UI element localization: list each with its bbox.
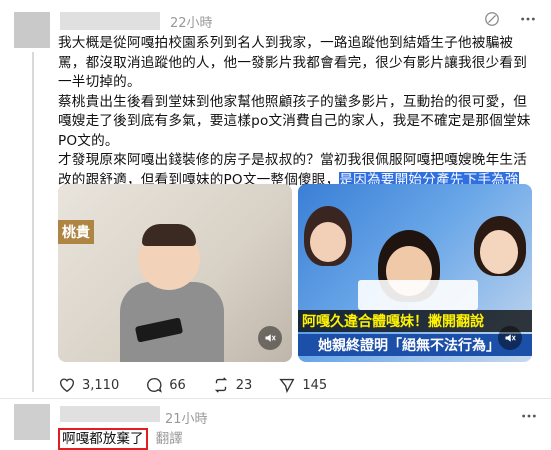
video-watermark: 桃貴 [58, 220, 94, 244]
person-face [310, 222, 346, 262]
comment-icon [147, 378, 163, 393]
reply-username-redacted[interactable] [60, 406, 160, 422]
share-count: 145 [302, 377, 328, 393]
username-redacted[interactable] [60, 12, 160, 30]
screenshot-overlay [358, 280, 478, 310]
video-banner-subtitle: 她親終證明「絕無不法行為」 [298, 334, 532, 356]
person-face [480, 230, 518, 274]
more-options-icon[interactable] [519, 10, 537, 28]
more-options-icon[interactable] [521, 408, 537, 428]
avatar[interactable] [14, 12, 50, 48]
like-count: 3,110 [82, 377, 120, 393]
reply-timestamp: 21小時 [165, 412, 208, 427]
post-paragraph: 蔡桃貴出生後看到堂妹到他家幫他照顧孩子的蠻多影片，互動抬的很可愛，但嘎嫂走了後到… [58, 93, 531, 149]
thread-line [32, 52, 34, 392]
post-actions: 3,110 66 23 145 [58, 376, 327, 394]
reply-body: 啊嘎都放棄了 翻譯 [58, 428, 183, 450]
speaker-mute-icon[interactable] [258, 326, 282, 350]
repost-button[interactable]: 23 [212, 376, 253, 394]
baby-hair [142, 224, 196, 246]
reply-text: 啊嘎都放棄了 [58, 428, 148, 450]
video-banner-title: 阿嘎久違合體嘎妹！撇開翻說 [298, 310, 532, 332]
share-button[interactable]: 145 [278, 376, 327, 394]
reply-avatar[interactable] [14, 404, 50, 440]
heart-icon [60, 378, 74, 393]
video-thumbnail[interactable]: 阿嘎久違合體嘎妹！撇開翻說 她親終證明「絕無不法行為」 [298, 184, 532, 362]
like-button[interactable]: 3,110 [58, 376, 119, 394]
comment-count: 66 [169, 377, 186, 393]
post: 22小時 我大概是從阿嘎拍校園系列到名人到我家，一路追蹤他到結婚生子他被騙被罵，… [0, 0, 551, 400]
post-timestamp: 22小時 [170, 16, 213, 31]
comment-button[interactable]: 66 [145, 376, 186, 394]
send-icon [279, 378, 295, 394]
repost-icon [214, 377, 227, 393]
translate-link[interactable]: 翻譯 [156, 430, 183, 448]
speaker-mute-icon[interactable] [498, 326, 522, 350]
video-thumbnail[interactable]: 桃貴 [58, 184, 292, 362]
repost-count: 23 [235, 377, 253, 393]
post-paragraph: 我大概是從阿嘎拍校園系列到名人到我家，一路追蹤他到結婚生子他被騙被罵，都沒取消追… [58, 35, 527, 90]
divider [0, 398, 551, 399]
post-header-actions [483, 10, 537, 28]
edit-icon[interactable] [483, 10, 501, 28]
